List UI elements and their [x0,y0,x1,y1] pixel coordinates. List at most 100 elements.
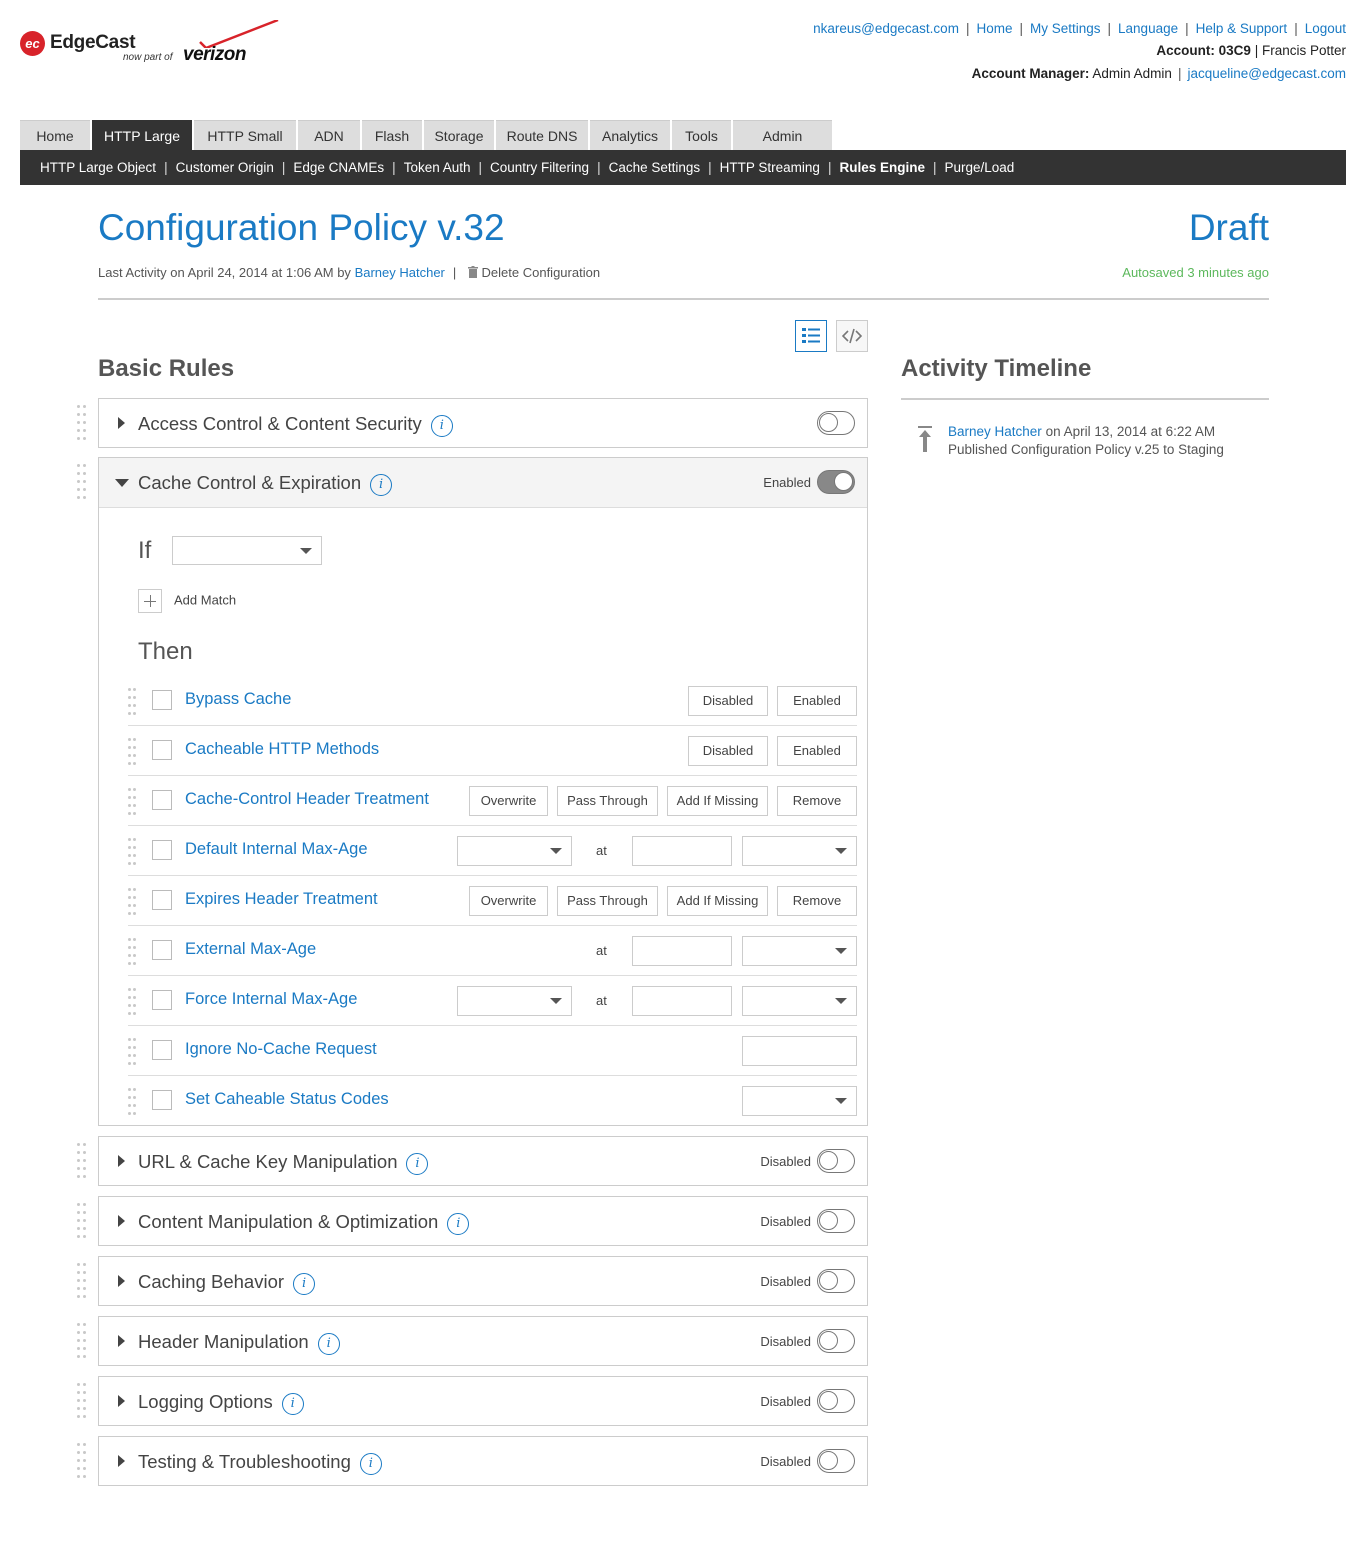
last-activity-user[interactable]: Barney Hatcher [355,265,445,280]
code-view-button[interactable] [836,320,868,352]
status-code-select[interactable] [457,986,572,1016]
max-age-input[interactable] [632,986,732,1016]
tab-http-small[interactable]: HTTP Small [194,120,296,150]
panel-header[interactable]: Testing & Troubleshooting i Disabled [77,1437,867,1485]
overwrite-button[interactable]: Overwrite [469,786,548,816]
drag-handle-icon[interactable] [77,1263,89,1299]
drag-handle-icon[interactable] [77,1383,89,1419]
subnav-purge-load[interactable]: Purge/Load [944,160,1014,175]
panel-toggle[interactable] [817,1269,855,1293]
expand-caret-icon[interactable] [118,1455,125,1467]
panel-toggle[interactable] [817,470,855,494]
enabled-button[interactable]: Enabled [777,736,857,766]
panel-toggle[interactable] [817,1149,855,1173]
overwrite-button[interactable]: Overwrite [469,886,548,916]
rule-checkbox[interactable] [152,690,172,710]
panel-header[interactable]: Content Manipulation & Optimization i Dis… [77,1197,867,1245]
user-email-link[interactable]: nkareus@edgecast.com [813,21,959,36]
drag-handle-icon[interactable] [128,738,136,765]
rule-checkbox[interactable] [152,1040,172,1060]
value-input[interactable] [742,1036,857,1066]
drag-handle-icon[interactable] [77,405,89,441]
status-code-select[interactable] [457,836,572,866]
remove-button[interactable]: Remove [777,886,857,916]
subnav-rules-engine[interactable]: Rules Engine [839,160,925,175]
drag-handle-icon[interactable] [128,988,136,1015]
tab-admin[interactable]: Admin [733,120,832,150]
rule-checkbox[interactable] [152,940,172,960]
max-age-input[interactable] [632,936,732,966]
drag-handle-icon[interactable] [128,688,136,715]
panel-header[interactable]: URL & Cache Key Manipulation i Disabled [77,1137,867,1185]
help-support-link[interactable]: Help & Support [1196,21,1288,36]
logout-link[interactable]: Logout [1305,21,1346,36]
tab-home[interactable]: Home [20,120,90,150]
drag-handle-icon[interactable] [77,1143,89,1179]
tab-storage[interactable]: Storage [424,120,494,150]
drag-handle-icon[interactable] [77,1203,89,1239]
rule-checkbox[interactable] [152,990,172,1010]
subnav-country-filtering[interactable]: Country Filtering [490,160,589,175]
info-icon[interactable]: i [370,474,393,496]
drag-handle-icon[interactable] [77,464,89,500]
rule-label[interactable]: Set Caheable Status Codes [185,1090,389,1109]
tab-route-dns[interactable]: Route DNS [496,120,588,150]
drag-handle-icon[interactable] [128,1088,136,1115]
tab-http-large[interactable]: HTTP Large [92,120,192,150]
panel-header[interactable]: Caching Behavior i Disabled [77,1257,867,1305]
rule-label[interactable]: Force Internal Max-Age [185,990,357,1009]
expand-caret-icon[interactable] [118,1155,125,1167]
drag-handle-icon[interactable] [128,888,136,915]
panel-header[interactable]: Access Control & Content Security i [77,399,867,447]
info-icon[interactable]: i [447,1213,470,1235]
panel-toggle[interactable] [817,1449,855,1473]
info-icon[interactable]: i [430,415,453,437]
time-unit-select[interactable] [742,836,857,866]
panel-header[interactable]: Cache Control & Expiration i Enabled [77,458,867,508]
tab-adn[interactable]: ADN [298,120,360,150]
rule-checkbox[interactable] [152,740,172,760]
status-code-select[interactable] [742,1086,857,1116]
rule-checkbox[interactable] [152,790,172,810]
pass-through-button[interactable]: Pass Through [557,886,658,916]
info-icon[interactable]: i [359,1453,382,1475]
panel-toggle[interactable] [817,1209,855,1233]
subnav-http-streaming[interactable]: HTTP Streaming [720,160,820,175]
pass-through-button[interactable]: Pass Through [557,786,658,816]
expand-caret-icon[interactable] [118,1215,125,1227]
rule-label[interactable]: External Max-Age [185,940,316,959]
expand-caret-icon[interactable] [118,417,125,429]
match-condition-select[interactable] [172,536,322,565]
subnav-token-auth[interactable]: Token Auth [404,160,471,175]
rule-label[interactable]: Cache-Control Header Treatment [185,790,429,809]
drag-handle-icon[interactable] [77,1323,89,1359]
rule-label[interactable]: Expires Header Treatment [185,890,378,909]
add-match-button[interactable]: Add Match [138,589,236,613]
disabled-button[interactable]: Disabled [688,686,768,716]
subnav-edge-cnames[interactable]: Edge CNAMEs [293,160,384,175]
my-settings-link[interactable]: My Settings [1030,21,1101,36]
expand-caret-icon[interactable] [118,1275,125,1287]
panel-header[interactable]: Logging Options i Disabled [77,1377,867,1425]
panel-toggle[interactable] [817,1329,855,1353]
drag-handle-icon[interactable] [77,1443,89,1479]
expand-caret-icon[interactable] [118,1395,125,1407]
rule-label[interactable]: Bypass Cache [185,690,291,709]
time-unit-select[interactable] [742,986,857,1016]
add-if-missing-button[interactable]: Add If Missing [667,786,768,816]
subnav-customer-origin[interactable]: Customer Origin [176,160,274,175]
remove-button[interactable]: Remove [777,786,857,816]
rule-checkbox[interactable] [152,1090,172,1110]
trash-icon[interactable] [467,266,478,278]
rule-checkbox[interactable] [152,890,172,910]
info-icon[interactable]: i [293,1273,316,1295]
max-age-input[interactable] [632,836,732,866]
language-link[interactable]: Language [1118,21,1178,36]
subnav-http-large-object[interactable]: HTTP Large Object [40,160,156,175]
expand-caret-icon[interactable] [118,1335,125,1347]
time-unit-select[interactable] [742,936,857,966]
rule-label[interactable]: Cacheable HTTP Methods [185,740,379,759]
rule-checkbox[interactable] [152,840,172,860]
rule-label[interactable]: Ignore No-Cache Request [185,1040,377,1059]
collapse-caret-icon[interactable] [115,479,129,487]
